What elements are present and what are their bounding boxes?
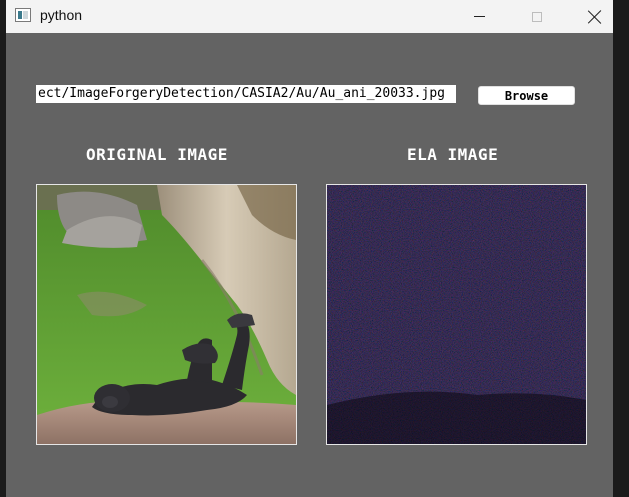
app-window: python ect/ImageForgeryDetection/CASIA2/…	[6, 0, 613, 497]
ela-image-heading: ELA IMAGE	[407, 145, 499, 164]
file-path-input[interactable]: ect/ImageForgeryDetection/CASIA2/Au/Au_a…	[36, 85, 456, 103]
close-button[interactable]	[572, 0, 613, 33]
ela-image	[326, 184, 587, 445]
title-bar[interactable]: python	[6, 0, 613, 33]
browse-button[interactable]: Browse	[478, 86, 575, 105]
minimize-icon	[473, 16, 485, 17]
maximize-icon	[532, 11, 542, 22]
file-path-value: ect/ImageForgeryDetection/CASIA2/Au/Au_a…	[38, 86, 445, 101]
original-image	[36, 184, 297, 445]
app-icon	[15, 8, 31, 22]
minimize-button[interactable]	[456, 0, 502, 33]
original-image-heading: ORIGINAL IMAGE	[86, 145, 228, 164]
close-icon	[588, 10, 602, 24]
maximize-button[interactable]	[514, 0, 560, 33]
window-title: python	[40, 7, 83, 23]
